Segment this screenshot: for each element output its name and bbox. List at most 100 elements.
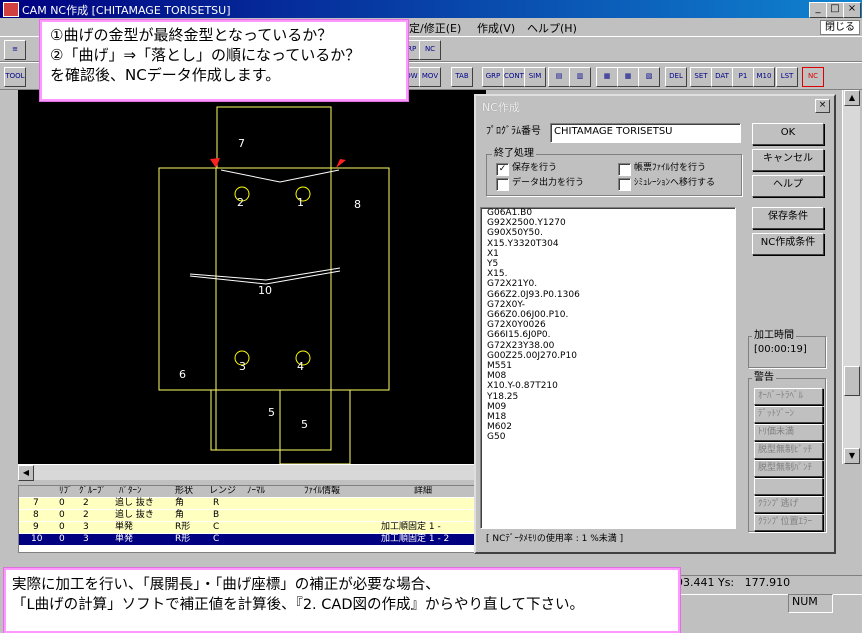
num-lock-indicator: NUM (788, 594, 833, 613)
simulation-checkbox-label: ｼﾐｭﾚｰｼｮﾝへ移行する (634, 178, 716, 188)
window-title: CAM NC作成 [CHITAMAGE TORISETSU] (22, 4, 231, 17)
toolbar-button-grp2[interactable]: GRP (482, 67, 504, 87)
flange-top (216, 106, 332, 169)
dialog-close-icon[interactable]: × (815, 99, 830, 113)
menu-help[interactable]: ヘルプ(H) (527, 20, 577, 36)
nc-line: G00Z25.00J270.P10 (487, 350, 577, 361)
warning-punch: 脱型無制ﾊﾟﾝﾁ (754, 460, 823, 477)
toolbar-button-lst[interactable]: LST (776, 67, 798, 87)
data-output-checkbox-label: データ出力を行う (512, 178, 585, 188)
table-row-selected[interactable]: 10 0 3 単発 R形 C 加工順固定 1 - 2 (19, 534, 485, 545)
toolbar-button-set[interactable]: SET (690, 67, 712, 87)
table-row[interactable]: 7 0 2 追し 抜き 角 R (19, 498, 485, 509)
cad-canvas[interactable]: 7 8 6 5 1 2 3 4 5 10 (18, 90, 486, 464)
program-number-field[interactable]: CHITAMAGE TORISETSU (550, 123, 741, 143)
warning-clamp-error: ｸﾗﾝﾌﾟ位置ｴﾗｰ (754, 514, 823, 531)
toolbar-button-m10[interactable]: M10 (753, 67, 775, 87)
toolbar-button-del[interactable]: DEL (665, 67, 687, 87)
toolbar-button-p1[interactable]: P1 (732, 67, 754, 87)
process-table: ﾘﾌﾞ ｸﾞﾙｰﾌﾟ ﾊﾟﾀｰﾝ 形状 レンジ ﾉｰﾏﾙ ﾌｧｲﾙ情報 詳細 7… (18, 485, 486, 553)
close-panel-button[interactable]: 閉じる (820, 20, 860, 35)
nc-line: X15.Y3320T304 (487, 238, 559, 249)
toolbar-button-list[interactable]: ▥ (569, 67, 591, 87)
scroll-left-icon[interactable]: ◀ (18, 465, 34, 481)
label-10: 10 (258, 284, 272, 297)
save-checkbox[interactable]: ✓ (496, 163, 509, 176)
nc-line: X1 (487, 248, 499, 259)
toolbar-button-nc[interactable]: NC (419, 40, 441, 60)
label-3: 3 (239, 360, 246, 373)
help-button[interactable]: ヘルプ (752, 175, 824, 197)
toolbar-button-row2[interactable]: ▤ (548, 67, 570, 87)
save-conditions-button[interactable]: 保存条件 (752, 207, 824, 229)
nc-line: M09 (487, 401, 507, 412)
machining-time-value: [00:00:19] (754, 344, 807, 355)
flange-bottom-left (210, 389, 332, 451)
label-2: 2 (237, 196, 244, 209)
label-1: 1 (297, 196, 304, 209)
table-row[interactable]: 8 0 2 追し 抜き 角 B (19, 510, 485, 521)
toolbar-button-sim[interactable]: SIM (524, 67, 546, 87)
nc-line: M08 (487, 371, 507, 382)
toolbar-button-grid[interactable]: ▦ (596, 67, 618, 87)
nc-line: G72X23Y38.00 (487, 340, 555, 351)
coordinate-readout: 93.441 Ys: 177.910 (672, 575, 862, 595)
close-button[interactable]: × (843, 2, 861, 18)
nc-conditions-button[interactable]: NC作成条件 (752, 233, 824, 255)
warning-clamp-escape: ｸﾗﾝﾌﾟ逃げ (754, 496, 823, 513)
program-label: ﾌﾟﾛｸﾞﾗﾑ番号 (486, 126, 541, 137)
arrow-icon (336, 159, 346, 168)
dialog-title: NC作成 (482, 101, 520, 114)
bend-lines (189, 169, 341, 285)
minimize-button[interactable]: _ (809, 2, 827, 18)
toolbar-button-1[interactable]: ≡ (4, 40, 26, 60)
table-header: ﾘﾌﾞ ｸﾞﾙｰﾌﾟ ﾊﾟﾀｰﾝ 形状 レンジ ﾉｰﾏﾙ ﾌｧｲﾙ情報 詳細 (19, 486, 485, 497)
toolbar-button-nc-create[interactable]: NC (802, 67, 824, 87)
warning-deadzone: ﾃﾞｯﾄｿﾞｰﾝ (754, 406, 823, 423)
nc-line: X10.Y-0.87T210 (487, 381, 558, 392)
report-checkbox[interactable] (618, 163, 631, 176)
scroll-down-icon[interactable]: ▼ (844, 448, 860, 464)
nc-line: G66Z0.06J00.P10. (487, 310, 569, 321)
dialog-title-bar: NC作成 × (478, 98, 832, 114)
nc-line: G66Z2.0J93.P0.1306 (487, 289, 580, 300)
nc-code-list[interactable]: G06A1.B0 G92X2500.Y1270 G90X50Y50. X15.Y… (480, 207, 736, 529)
toolbar-button-grid3[interactable]: ▧ (638, 67, 660, 87)
app-icon (3, 2, 19, 17)
nc-line: G72X21Y0. (487, 279, 538, 290)
toolbar-button-cont[interactable]: CONT (503, 67, 525, 87)
region-labels: 7 8 6 5 1 2 3 4 5 10 (179, 137, 361, 431)
cancel-button[interactable]: キャンセル (752, 149, 824, 171)
toolbar-button-dat[interactable]: DAT (711, 67, 733, 87)
end-process-group (486, 154, 742, 196)
toolbar-button-tab[interactable]: TAB (451, 67, 473, 87)
ok-button[interactable]: OK (752, 123, 824, 145)
label-5: 5 (301, 418, 308, 431)
nc-line: G72X0Y- (487, 299, 525, 310)
scroll-thumb[interactable] (844, 366, 860, 396)
scroll-up-icon[interactable]: ▲ (844, 90, 860, 106)
warning-min: ﾄﾘ価未満 (754, 424, 823, 441)
vertical-scrollbar[interactable]: ▲ ▼ (842, 90, 860, 464)
horizontal-scrollbar[interactable]: ◀ (18, 464, 486, 481)
warning-label: 警告 (752, 372, 776, 383)
machining-time-label: 加工時間 (752, 330, 796, 341)
table-row[interactable]: 9 0 3 単発 R形 C 加工順固定 1 - (19, 522, 485, 533)
toolbar-button-grid2[interactable]: ▦ (617, 67, 639, 87)
data-output-checkbox[interactable] (496, 178, 509, 191)
simulation-checkbox[interactable] (618, 178, 631, 191)
punch-marks (234, 186, 311, 366)
toolbar-button-mov[interactable]: MOV (419, 67, 441, 87)
instruction-note-bottom: 実際に加工を行い、「展開長」・「曲げ座標」の補正が必要な場合、 「L曲げの計算」… (4, 568, 680, 633)
maximize-button[interactable]: □ (826, 2, 844, 18)
menu-create[interactable]: 作成(V) (477, 20, 515, 36)
toolbar-button-tool[interactable]: TOOL (4, 67, 26, 87)
nc-line: G72X0Y0026 (487, 320, 546, 331)
label-6: 6 (179, 368, 186, 381)
memory-usage-text: [ NCﾃﾞｰﾀﾒﾓﾘの使用率 : 1 %未満 ] (486, 534, 624, 544)
flange-bottom-right (279, 389, 351, 464)
warning-overtravel: ｵｰﾊﾞｰﾄﾗﾍﾞﾙ (754, 388, 823, 405)
nc-line: G66I15.6J0P0. (487, 330, 551, 341)
bend-arrows (210, 158, 346, 168)
window-title-bar: CAM NC作成 [CHITAMAGE TORISETSU] _ □ × (0, 0, 862, 18)
